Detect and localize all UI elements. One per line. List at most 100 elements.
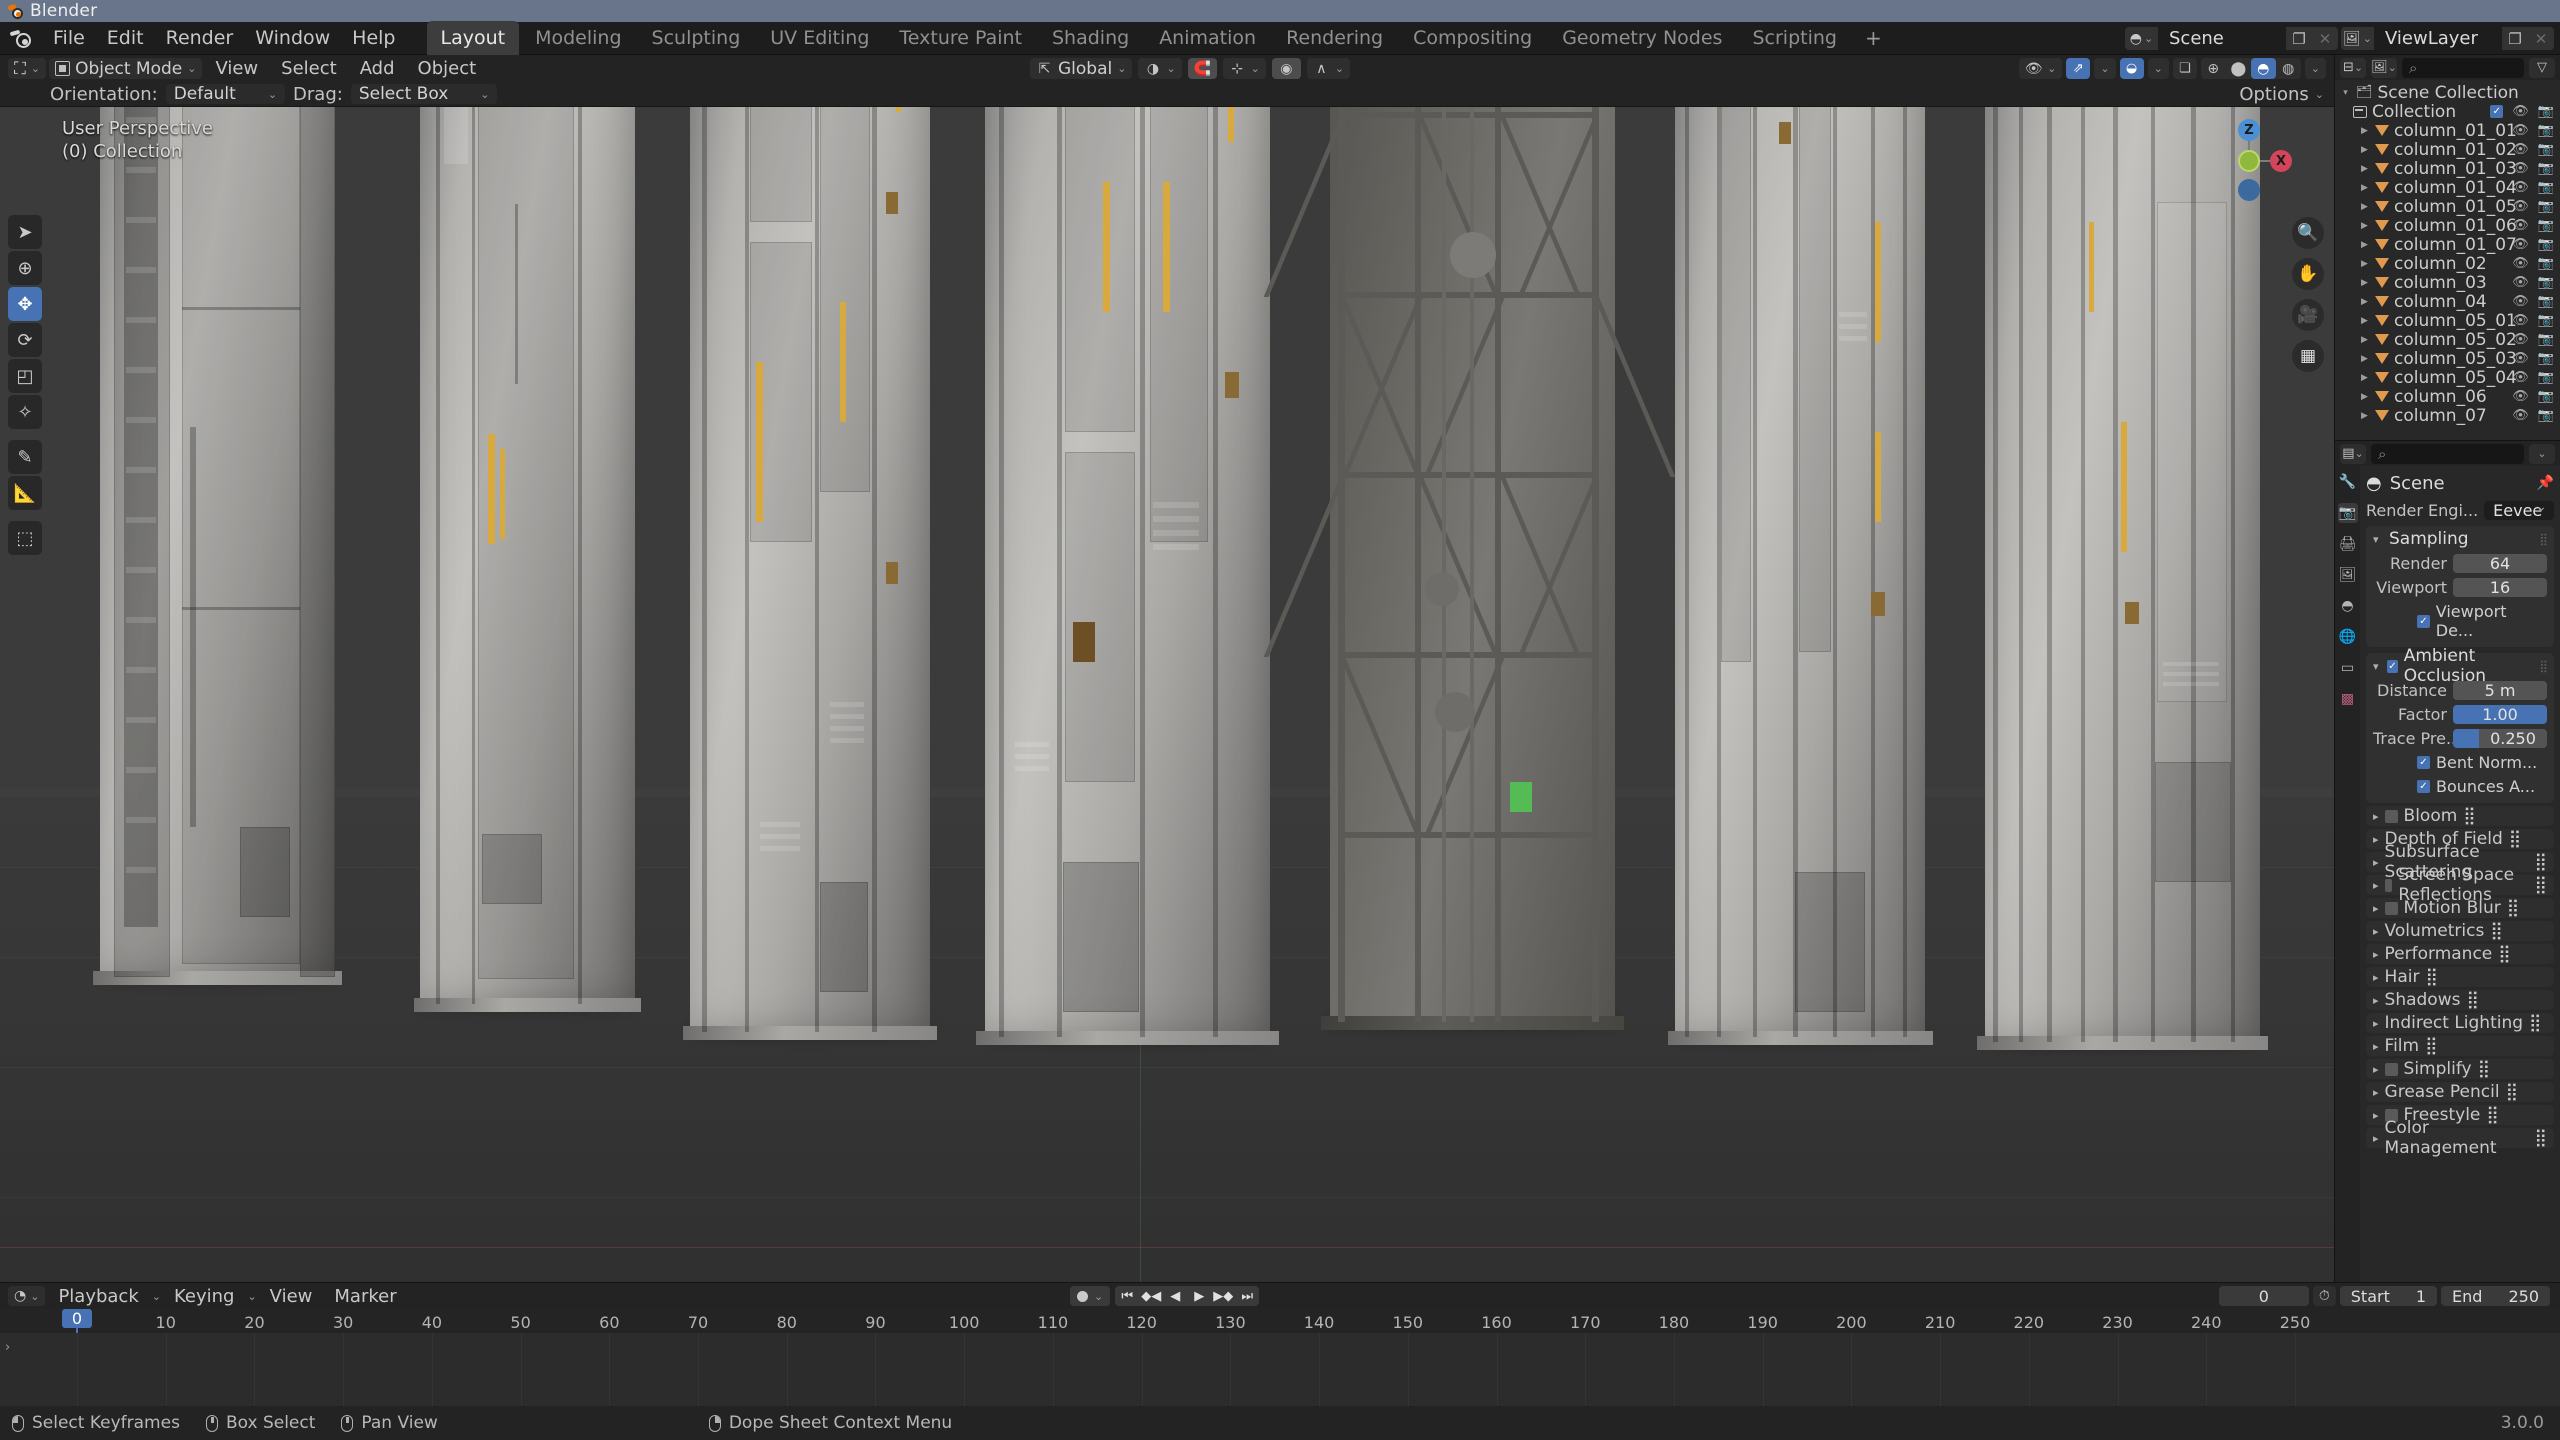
panel-simplify[interactable]: ▸ Simplify ⣿ [2366,1059,2554,1079]
overlay-settings[interactable]: ⌄ [2147,58,2169,79]
panel-grease-pencil[interactable]: ▸ Grease Pencil ⣿ [2366,1082,2554,1102]
scene-name[interactable]: Scene [2158,27,2286,50]
tab-shading[interactable]: Shading [1038,21,1143,55]
outliner-item-column_01_05[interactable]: ▶ column_01_05 👁 📷 [2335,197,2560,217]
timeline-editor-type-icon[interactable]: ◔ ⌄ [8,1286,46,1306]
orientation-dropdown[interactable]: Default ⌄ [165,84,286,104]
options-button[interactable]: Options ⌄ [2239,84,2324,105]
disclosure-icon[interactable]: ▶ [2359,392,2370,402]
disclosure-icon[interactable]: ▶ [2359,373,2370,383]
gizmo-origin[interactable] [2238,150,2260,172]
material-preview-shading-button[interactable]: ◓ [2250,58,2276,79]
eye-icon[interactable]: 👁 [2512,256,2529,271]
gizmo-axis-z[interactable]: Z [2238,119,2260,141]
eye-icon[interactable]: 👁 [2512,104,2529,119]
disclosure-icon[interactable]: ▶ [2359,202,2370,212]
render-engine-dropdown[interactable]: Eevee [2484,499,2554,520]
eye-icon[interactable]: 👁 [2512,313,2529,328]
camera-icon[interactable]: 📷 [2538,313,2554,328]
disclosure-icon[interactable]: ▶ [2359,259,2370,269]
disclosure-icon[interactable]: ▶ [2359,183,2370,193]
properties-options-icon[interactable]: ⌄ [2529,443,2555,464]
eye-icon[interactable]: 👁 [2512,351,2529,366]
column-model-1[interactable] [92,107,343,985]
snap-settings[interactable]: ⊹ ⌄ [1222,58,1266,79]
transform-orientation-selector[interactable]: ⇱ Global ⌄ [1030,58,1133,79]
outliner-item-column_05_02[interactable]: ▶ column_05_02 👁 📷 [2335,330,2560,350]
tab-scripting[interactable]: Scripting [1738,21,1851,55]
wireframe-shading-button[interactable]: ⊕ [2201,58,2226,79]
outliner-search-input[interactable]: ⌕ [2402,57,2524,78]
disclosure-icon[interactable]: ▶ [2359,316,2370,326]
camera-icon[interactable]: 📷 [2538,123,2554,138]
delete-scene-button[interactable]: ✕ [2312,27,2338,50]
tab-sculpting[interactable]: Sculpting [638,21,755,55]
timeline-menu-playback[interactable]: Playback [49,1283,147,1310]
pivot-point-selector[interactable]: ◑ ⌄ [1138,58,1182,79]
camera-icon[interactable]: 📷 [2538,142,2554,157]
menu-window[interactable]: Window [244,23,341,53]
gizmo-axis-minus-y[interactable] [2238,179,2260,201]
disclosure-icon[interactable]: ▶ [2359,164,2370,174]
sampling-panel-header[interactable]: ▾ Sampling ⣿ [2373,529,2548,549]
timeline-playhead[interactable]: 0 [62,1309,92,1328]
collection-checkbox[interactable]: ✓ [2490,105,2504,118]
timeline-menu-marker[interactable]: Marker [325,1283,405,1310]
rotate-tool[interactable]: ⟳ [8,323,42,357]
camera-icon[interactable]: 📷 [2538,370,2554,385]
column-model-5-truss[interactable] [1263,107,1676,1030]
measure-tool[interactable]: 📐 [8,476,42,510]
blender-menu-icon[interactable] [9,27,32,49]
outliner-item-column_06[interactable]: ▶ column_06 👁 📷 [2335,387,2560,407]
new-scene-button[interactable]: ❐ [2286,27,2312,50]
camera-icon[interactable]: 📷 [2538,294,2554,309]
panel-film[interactable]: ▸ Film ⣿ [2366,1036,2554,1056]
tab-texture-paint[interactable]: Texture Paint [885,21,1036,55]
ao-bent-normals-checkbox[interactable]: ✓ [2417,756,2430,769]
camera-icon[interactable]: 📷 [2538,199,2554,214]
mode-selector[interactable]: Object Mode ⌄ [49,58,203,79]
outliner-item-column_01_01[interactable]: ▶ column_01_01 👁 📷 [2335,121,2560,141]
use-preview-range-icon[interactable]: ⏱ [2312,1286,2336,1306]
tab-object[interactable]: ▭ [2338,658,2358,678]
camera-icon[interactable]: 📷 [2538,351,2554,366]
viewport-denoise-checkbox[interactable]: ✓ [2417,614,2430,628]
hand-icon[interactable]: ✋ [2292,258,2324,290]
eye-icon[interactable]: 👁 [2512,199,2529,214]
disclosure-icon[interactable]: ▶ [2359,240,2370,250]
camera-icon[interactable]: 📷 [2538,180,2554,195]
eye-icon[interactable]: 👁 [2512,218,2529,233]
ao-bounces-checkbox[interactable]: ✓ [2417,780,2430,793]
disclosure-icon[interactable]: ▶ [2359,221,2370,231]
outliner-item-column_05_04[interactable]: ▶ column_05_04 👁 📷 [2335,368,2560,388]
tab-render[interactable]: 📷 [2337,503,2358,523]
viewport-menu-select[interactable]: Select [271,55,347,82]
disclosure-icon[interactable]: ▶ [2359,411,2370,421]
editor-type-selector[interactable]: ⛶ ⌄ [8,58,47,79]
outliner-item-column_02[interactable]: ▶ column_02 👁 📷 [2335,254,2560,274]
panel-shadows[interactable]: ▸ Shadows ⣿ [2366,990,2554,1010]
viewlayer-selector[interactable]: 🖼 ⌄ ViewLayer ❐ ✕ [2341,27,2554,50]
eye-icon[interactable]: 👁 [2512,123,2529,138]
play-button[interactable]: ▶ [1187,1286,1211,1306]
camera-icon[interactable]: 📷 [2538,256,2554,271]
ao-trace-field[interactable]: 0.250 [2453,729,2547,748]
tab-animation[interactable]: Animation [1145,21,1270,55]
outliner-item-column_05_03[interactable]: ▶ column_05_03 👁 📷 [2335,349,2560,369]
outliner-item-column_01_06[interactable]: ▶ column_01_06 👁 📷 [2335,216,2560,236]
start-frame-field[interactable]: Start 1 [2339,1286,2438,1306]
shading-settings[interactable]: ⌄ [2304,58,2326,79]
camera-icon[interactable]: 📷 [2538,389,2554,404]
outliner-display-mode-icon[interactable]: 🖼 ⌄ [2371,57,2397,78]
menu-edit[interactable]: Edit [96,23,155,53]
zoom-icon[interactable]: 🔍 [2292,217,2324,249]
viewport-menu-object[interactable]: Object [408,55,487,82]
tab-tool[interactable]: 🔧 [2338,472,2358,492]
outliner-editor-type-icon[interactable]: ⊟ ⌄ [2340,57,2366,78]
tab-modeling[interactable]: Modeling [521,21,635,55]
collection-row[interactable]: Collection ✓ 👁 📷 [2335,102,2560,122]
timeline-expand-icon[interactable]: › [5,1340,10,1355]
menu-file[interactable]: File [42,23,96,53]
pin-icon[interactable]: 📌 [2537,475,2554,491]
panel-color-management[interactable]: ▸ Color Management ⣿ [2366,1118,2554,1158]
